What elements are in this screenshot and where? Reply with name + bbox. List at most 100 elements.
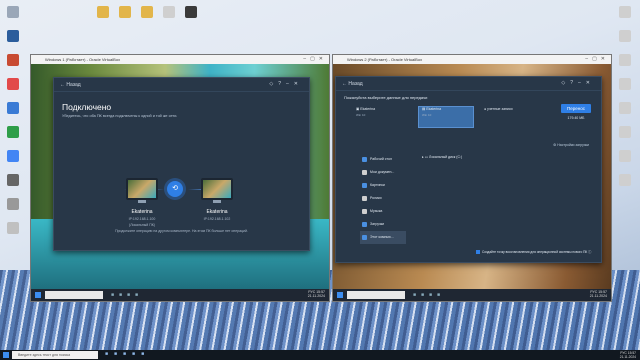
file-icon[interactable] bbox=[158, 6, 180, 18]
app-icon[interactable] bbox=[2, 78, 24, 90]
file-icon bbox=[619, 78, 631, 90]
file-icon[interactable] bbox=[614, 102, 636, 114]
search-input[interactable]: Введите здесь текст для поиска bbox=[12, 351, 98, 359]
search-box[interactable] bbox=[45, 291, 103, 299]
recycle-bin-icon[interactable] bbox=[2, 6, 24, 18]
restore-point-option[interactable]: Создайте точку восстановления для операц… bbox=[476, 249, 591, 254]
file-icon bbox=[619, 150, 631, 162]
vm-titlebar[interactable]: Windows 2 (Работает) - Oracle VirtualBox… bbox=[333, 55, 611, 64]
file-icon[interactable] bbox=[614, 78, 636, 90]
start-icon[interactable] bbox=[337, 292, 343, 298]
transfer-dialog-right: ← Назад ◇?–✕ Пожалуйста выберите данные … bbox=[335, 76, 602, 263]
settings-link[interactable]: ⚙ Настройки загрузки bbox=[553, 143, 589, 147]
file-icon[interactable] bbox=[614, 30, 636, 42]
file-icon[interactable] bbox=[614, 174, 636, 186]
pc-ip: IP:192.168.1.100 bbox=[128, 217, 156, 221]
folder-icon bbox=[141, 6, 153, 18]
cpu-app-icon[interactable] bbox=[2, 30, 24, 42]
taskbar-app-icons[interactable]: ■■■■ bbox=[413, 292, 445, 298]
vm-title-text: Windows 2 (Работает) - Oracle VirtualBox bbox=[347, 57, 423, 62]
monitor-stand bbox=[213, 200, 221, 203]
file-icon bbox=[619, 30, 631, 42]
app-icon[interactable] bbox=[2, 150, 24, 162]
accounts-block[interactable]: ● учетные записи bbox=[484, 107, 513, 129]
app-icon[interactable] bbox=[180, 6, 202, 18]
app-icon bbox=[7, 78, 19, 90]
sidebar-item-label: Ролики bbox=[370, 196, 382, 200]
window-controls[interactable]: –▢✕ bbox=[303, 55, 327, 64]
target-pc[interactable]: ▤ Ekaterina Win 10 bbox=[422, 107, 441, 129]
dialog-controls[interactable]: ◇?–✕ bbox=[561, 80, 595, 86]
folder-icon bbox=[119, 6, 131, 18]
cpu-app-icon bbox=[7, 30, 19, 42]
downloads-icon bbox=[362, 222, 367, 227]
taskbar-app-icons[interactable]: ■■■■ bbox=[111, 292, 143, 298]
file-icon[interactable] bbox=[614, 6, 636, 18]
app-icon[interactable] bbox=[2, 222, 24, 234]
pc-card-remote: Ekaterina IP:192.168.1.102 bbox=[187, 178, 247, 221]
transfer-button[interactable]: Перенос bbox=[561, 104, 591, 113]
monitor-stand bbox=[138, 200, 146, 203]
vm-taskbar: ■■■■ РУС 15:57 21.11.2024 bbox=[333, 289, 611, 301]
host-clock: РУС 15:57 21.11.2024 bbox=[619, 351, 636, 359]
desktop-icon bbox=[362, 157, 367, 162]
app-icon[interactable] bbox=[2, 54, 24, 66]
file-icon[interactable] bbox=[614, 126, 636, 138]
divider bbox=[336, 90, 601, 91]
source-pc: ▣ Ekaterina Win 10 bbox=[356, 107, 376, 117]
sidebar-item[interactable]: Ролики bbox=[360, 192, 406, 205]
file-icon bbox=[619, 102, 631, 114]
vm-window-right[interactable]: Windows 2 (Работает) - Oracle VirtualBox… bbox=[332, 54, 612, 302]
pc-name: Ekaterina bbox=[131, 209, 153, 215]
file-icon bbox=[619, 6, 631, 18]
window-controls[interactable]: –▢✕ bbox=[585, 55, 609, 64]
pc-ip: IP:192.168.1.102 bbox=[203, 217, 231, 221]
recycle-bin-icon bbox=[7, 6, 19, 18]
file-icon[interactable] bbox=[614, 54, 636, 66]
monitor-icon bbox=[201, 178, 233, 200]
vm-window-left[interactable]: Windows 1 (Работает) - Oracle VirtualBox… bbox=[30, 54, 330, 302]
folder-icon[interactable] bbox=[92, 6, 114, 18]
sidebar-item[interactable]: Картинки bbox=[360, 179, 406, 192]
sidebar-item[interactable]: Загрузки bbox=[360, 218, 406, 231]
drive-row[interactable]: ▸ ▭ Локальный диск (C:) bbox=[422, 155, 462, 159]
file-icon bbox=[619, 54, 631, 66]
folder-icon[interactable] bbox=[136, 6, 158, 18]
start-icon[interactable] bbox=[3, 352, 9, 358]
file-icon bbox=[619, 126, 631, 138]
checkbox[interactable] bbox=[476, 250, 480, 254]
sidebar-item[interactable]: Рабочий стол bbox=[360, 153, 406, 166]
folder-icon[interactable] bbox=[114, 6, 136, 18]
app-icon[interactable] bbox=[2, 174, 24, 186]
vm-clock: РУС 15:57 21.11.2024 bbox=[307, 290, 325, 298]
pc-name: Ekaterina bbox=[206, 209, 228, 215]
vm-screen[interactable]: ← Назад ◇?–✕ Пожалуйста выберите данные … bbox=[333, 64, 611, 289]
footnote: Продолжите операцию на другом компьютере… bbox=[115, 229, 248, 233]
app-icon bbox=[7, 174, 19, 186]
page-subtitle: Убедитесь, что оба ПК всегда подключены … bbox=[62, 114, 178, 118]
back-button[interactable]: ← Назад bbox=[60, 82, 81, 88]
dialog-controls[interactable]: ◇?–✕ bbox=[269, 81, 303, 87]
vm-titlebar[interactable]: Windows 1 (Работает) - Oracle VirtualBox… bbox=[31, 55, 329, 64]
app-icon[interactable] bbox=[2, 198, 24, 210]
search-box[interactable] bbox=[347, 291, 405, 299]
vm-screen[interactable]: ← Назад ◇?–✕ Подключено Убедитесь, что о… bbox=[31, 64, 329, 289]
app-icon bbox=[7, 54, 19, 66]
sidebar-item[interactable]: Музыка bbox=[360, 205, 406, 218]
host-taskbar: Введите здесь текст для поиска ■■■■■ РУС… bbox=[0, 350, 640, 360]
sidebar-item-label: Музыка bbox=[370, 209, 383, 213]
app-icon[interactable] bbox=[2, 102, 24, 114]
start-icon[interactable] bbox=[35, 292, 41, 298]
file-icon[interactable] bbox=[614, 150, 636, 162]
app-icon[interactable] bbox=[2, 126, 24, 138]
back-button[interactable]: ← Назад bbox=[342, 81, 363, 87]
sidebar-item-label: Мои докумен... bbox=[370, 170, 395, 174]
taskbar-app-icons[interactable]: ■■■■■ bbox=[105, 351, 150, 357]
app-icon bbox=[7, 126, 19, 138]
sidebar-item[interactable]: Этот компью... bbox=[360, 231, 406, 244]
transfer-dialog-left: ← Назад ◇?–✕ Подключено Убедитесь, что о… bbox=[53, 77, 310, 251]
pc-card-local: Ekaterina IP:192.168.1.100 (Локальный ПК… bbox=[112, 178, 172, 227]
sidebar-item[interactable]: Мои докумен... bbox=[360, 166, 406, 179]
category-sidebar: Рабочий стол Мои докумен... Картинки Ролики… bbox=[360, 153, 406, 244]
app-icon bbox=[7, 222, 19, 234]
